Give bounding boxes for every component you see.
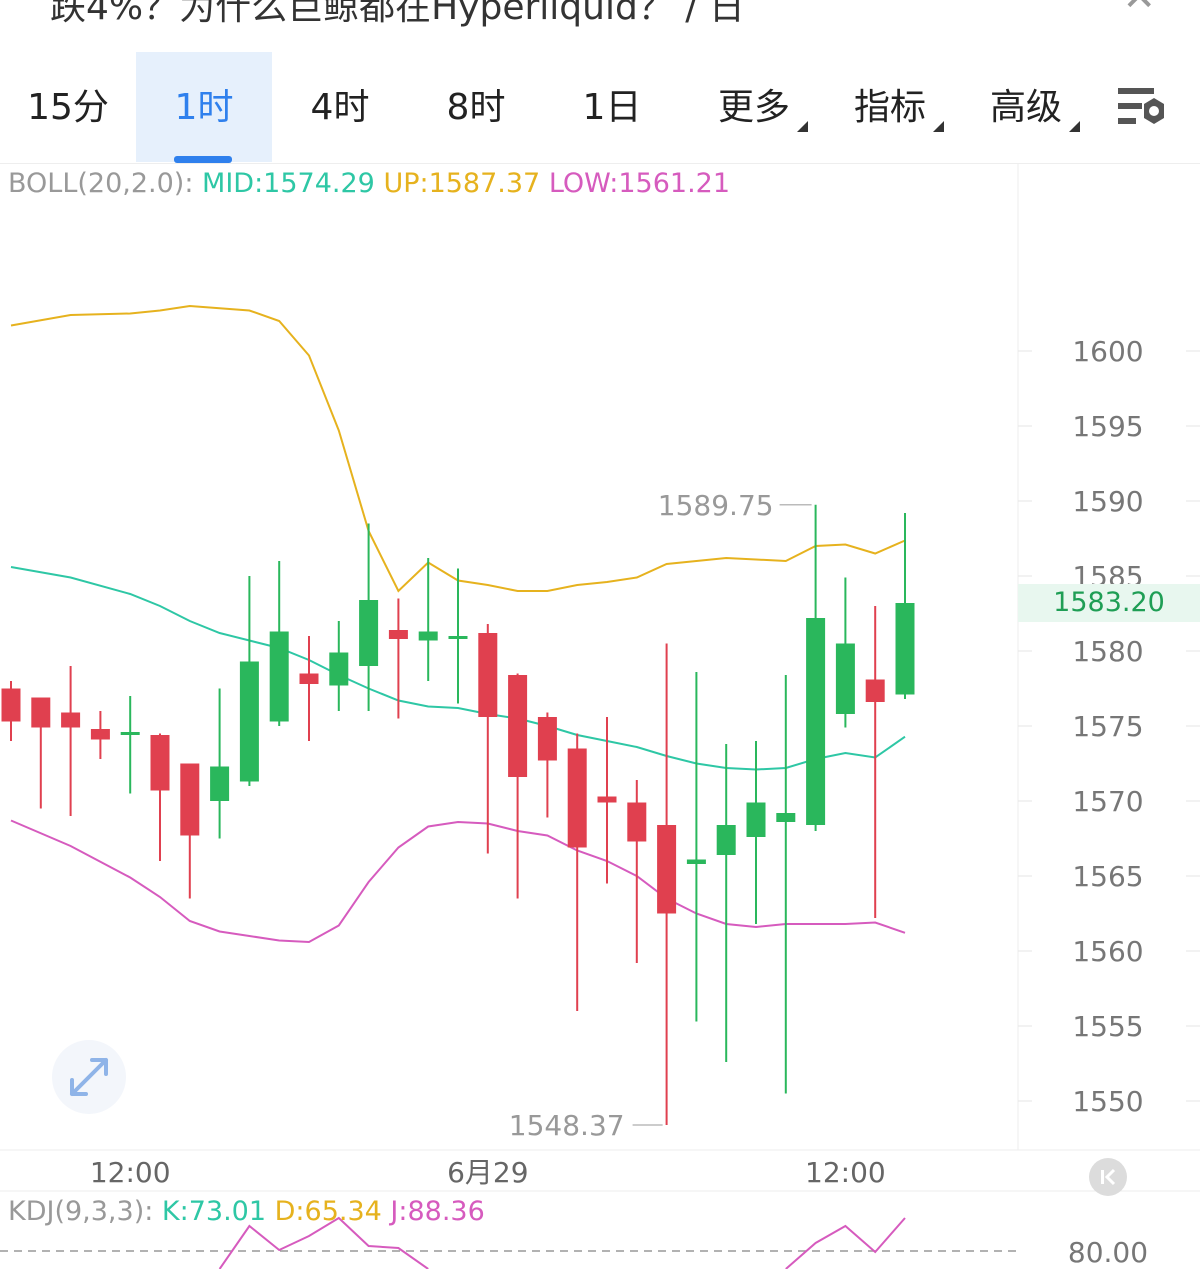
candle-body bbox=[597, 796, 617, 803]
candle-body bbox=[865, 679, 885, 702]
candle-body bbox=[329, 652, 349, 686]
x-tick-label: 6月29 bbox=[447, 1156, 528, 1189]
candle-body bbox=[567, 748, 587, 848]
candle-body bbox=[418, 631, 438, 641]
candle-body bbox=[835, 643, 855, 714]
x-tick-label: 12:00 bbox=[90, 1156, 171, 1189]
candle-body bbox=[806, 618, 826, 825]
candle-body bbox=[150, 735, 170, 791]
candle-body bbox=[388, 630, 408, 639]
kdj-j-line bbox=[785, 1217, 906, 1269]
y-tick-label: 1590 bbox=[1072, 485, 1143, 518]
candle-body bbox=[1, 688, 21, 722]
boll-lower-line bbox=[10, 819, 906, 944]
candle-body bbox=[90, 729, 110, 740]
candle-body bbox=[61, 712, 81, 728]
y-tick-label: 1555 bbox=[1072, 1010, 1143, 1043]
y-tick-label: 1550 bbox=[1072, 1085, 1143, 1118]
candle-body bbox=[31, 697, 51, 728]
kdj-d: D:65.34 bbox=[274, 1196, 382, 1227]
candle-body bbox=[746, 802, 766, 837]
expand-icon bbox=[70, 1058, 108, 1096]
back-to-latest-button[interactable] bbox=[1089, 1158, 1127, 1196]
candle-body bbox=[537, 717, 557, 761]
candle-body bbox=[299, 673, 319, 684]
y-tick-label: 1600 bbox=[1072, 335, 1143, 368]
chevron-left-bar-icon bbox=[1101, 1168, 1116, 1186]
candle-body bbox=[895, 603, 915, 695]
high-price-label: 1589.75 bbox=[658, 489, 774, 522]
candle-body bbox=[627, 802, 647, 842]
candle-body bbox=[508, 675, 528, 777]
candle-body bbox=[686, 859, 706, 864]
y-tick-label: 1570 bbox=[1072, 785, 1143, 818]
kdj-k: K:73.01 bbox=[161, 1196, 267, 1227]
candle-body bbox=[269, 631, 289, 722]
candle-body bbox=[120, 732, 140, 735]
candle-body bbox=[776, 813, 796, 822]
price-chart[interactable]: 1600159515901585158015751570156515601555… bbox=[0, 0, 1200, 1269]
low-price-label: 1548.37 bbox=[509, 1109, 625, 1142]
x-tick-label: 12:00 bbox=[805, 1156, 886, 1189]
y-tick-label: 1595 bbox=[1072, 410, 1143, 443]
kdj-legend: KDJ(9,3,3): K:73.01 D:65.34 J:88.36 bbox=[8, 1196, 485, 1227]
candle-body bbox=[359, 600, 379, 666]
kdj-j: J:88.36 bbox=[390, 1196, 485, 1227]
candle-body bbox=[478, 633, 498, 717]
candle-body bbox=[448, 636, 468, 639]
candle-body bbox=[210, 766, 230, 801]
boll-upper-line bbox=[10, 304, 906, 593]
y-tick-label: 1575 bbox=[1072, 710, 1143, 743]
y-tick-label: 1565 bbox=[1072, 860, 1143, 893]
candle-body bbox=[657, 825, 677, 914]
current-price-badge: 1583.20 bbox=[1018, 584, 1200, 622]
kdj-label: KDJ(9,3,3): bbox=[8, 1196, 154, 1227]
y-tick-label: 1580 bbox=[1072, 635, 1143, 668]
y-tick-label: 1560 bbox=[1072, 935, 1143, 968]
kdj-level-label: 80.00 bbox=[1068, 1236, 1148, 1269]
expand-button[interactable] bbox=[52, 1040, 126, 1114]
candle-body bbox=[239, 661, 259, 782]
candle-body bbox=[716, 825, 736, 855]
candle-body bbox=[180, 763, 200, 836]
